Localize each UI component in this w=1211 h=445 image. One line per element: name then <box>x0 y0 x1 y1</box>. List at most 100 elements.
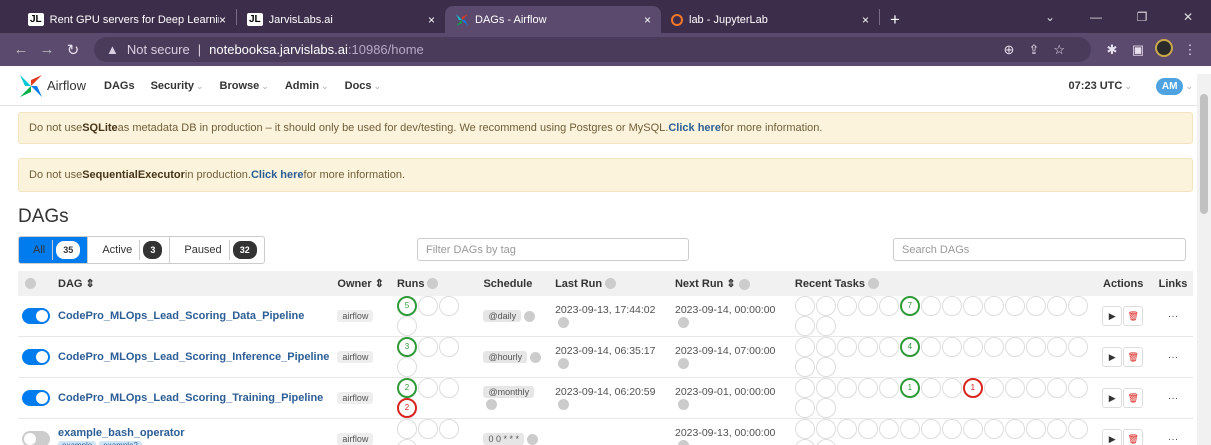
status-circle[interactable] <box>878 296 899 316</box>
schedule-badge[interactable]: @monthly <box>483 386 535 398</box>
status-circle[interactable] <box>920 419 941 439</box>
owner-badge[interactable]: airflow <box>337 310 374 322</box>
links-menu-button[interactable]: ··· <box>1168 433 1179 445</box>
status-circle[interactable] <box>1025 378 1046 398</box>
filter-paused[interactable]: Paused 32 <box>170 237 263 263</box>
tag-filter-input[interactable]: Filter DAGs by tag <box>417 238 689 261</box>
status-circle[interactable] <box>941 378 962 398</box>
status-circle[interactable] <box>983 378 1004 398</box>
last-run-link[interactable]: 2023-09-14, 06:20:59 <box>555 386 655 398</box>
status-circle[interactable]: 2 <box>396 378 417 398</box>
status-circle[interactable] <box>815 439 836 445</box>
search-dags-input[interactable]: Search DAGs <box>893 238 1186 261</box>
status-circle[interactable] <box>983 296 1004 316</box>
status-circle[interactable] <box>794 316 815 336</box>
nav-browse[interactable]: Browse ⌄ <box>220 80 269 92</box>
owner-badge[interactable]: airflow <box>337 433 374 445</box>
timezone-selector[interactable]: 07:23 UTC ⌄ <box>1069 80 1132 92</box>
click-here-link[interactable]: Click here <box>668 122 721 134</box>
status-circle[interactable] <box>836 378 857 398</box>
filter-active[interactable]: Active 3 <box>88 236 171 263</box>
status-circle[interactable] <box>1046 296 1067 316</box>
status-circle[interactable] <box>836 337 857 357</box>
delete-dag-button[interactable]: 🗑 <box>1123 388 1144 408</box>
schedule-badge[interactable]: @hourly <box>483 351 528 363</box>
click-here-link[interactable]: Click here <box>251 169 304 181</box>
status-circle[interactable] <box>815 337 836 357</box>
status-circle[interactable]: 1 <box>962 378 983 398</box>
status-circle[interactable] <box>794 378 815 398</box>
status-circle[interactable] <box>417 419 438 439</box>
trigger-dag-button[interactable]: ▶ <box>1102 429 1123 445</box>
header-dag[interactable]: DAG ⇕ <box>54 271 334 296</box>
status-circle[interactable] <box>857 337 878 357</box>
close-icon[interactable]: × <box>428 13 435 27</box>
reload-icon[interactable]: ↻ <box>60 41 86 59</box>
status-circle[interactable] <box>438 378 459 398</box>
close-icon[interactable]: × <box>219 13 226 27</box>
status-circle[interactable] <box>417 337 438 357</box>
status-circle[interactable] <box>962 296 983 316</box>
status-circle[interactable] <box>836 296 857 316</box>
nav-admin[interactable]: Admin ⌄ <box>285 80 329 92</box>
close-window-icon[interactable]: ✕ <box>1165 10 1211 24</box>
status-circle[interactable] <box>438 419 459 439</box>
status-circle[interactable] <box>794 296 815 316</box>
status-circle[interactable] <box>396 316 417 336</box>
dag-pause-toggle[interactable] <box>22 308 50 324</box>
status-circle[interactable] <box>920 337 941 357</box>
status-circle[interactable] <box>1046 419 1067 439</box>
tab-jupyterlab[interactable]: lab - JupyterLab × <box>661 6 879 33</box>
status-circle[interactable] <box>815 316 836 336</box>
status-circle[interactable] <box>1025 296 1046 316</box>
status-circle[interactable] <box>396 357 417 377</box>
status-circle[interactable] <box>983 419 1004 439</box>
scrollbar[interactable] <box>1197 74 1211 445</box>
dag-pause-toggle[interactable] <box>22 390 50 406</box>
close-icon[interactable]: × <box>862 13 869 27</box>
status-circle[interactable] <box>1025 419 1046 439</box>
status-circle[interactable] <box>396 439 417 445</box>
owner-badge[interactable]: airflow <box>337 392 374 404</box>
dag-pause-toggle[interactable] <box>22 431 50 445</box>
status-circle[interactable] <box>1004 419 1025 439</box>
status-circle[interactable] <box>794 337 815 357</box>
delete-dag-button[interactable]: 🗑 <box>1123 347 1144 367</box>
status-circle[interactable] <box>878 378 899 398</box>
dag-link[interactable]: CodePro_MLOps_Lead_Scoring_Inference_Pip… <box>58 351 329 363</box>
dag-link[interactable]: CodePro_MLOps_Lead_Scoring_Training_Pipe… <box>58 392 329 404</box>
sidepanel-icon[interactable]: ▣ <box>1125 42 1151 58</box>
dag-link[interactable]: example_bash_operator <box>58 427 329 439</box>
status-circle[interactable] <box>857 296 878 316</box>
tab-search-icon[interactable]: ⌄ <box>1027 10 1073 24</box>
owner-badge[interactable]: airflow <box>337 351 374 363</box>
status-circle[interactable] <box>1004 296 1025 316</box>
status-circle[interactable] <box>941 337 962 357</box>
dag-link[interactable]: CodePro_MLOps_Lead_Scoring_Data_Pipeline <box>58 310 329 322</box>
menu-icon[interactable]: ⋮ <box>1177 42 1203 58</box>
schedule-badge[interactable]: 0 0 * * * <box>483 433 524 445</box>
status-circle[interactable] <box>878 337 899 357</box>
status-circle[interactable] <box>983 337 1004 357</box>
status-circle[interactable] <box>815 357 836 377</box>
status-circle[interactable] <box>1046 337 1067 357</box>
schedule-badge[interactable]: @daily <box>483 310 522 322</box>
last-run-link[interactable]: 2023-09-13, 17:44:02 <box>555 304 655 316</box>
status-circle[interactable]: 1 <box>899 378 920 398</box>
status-circle[interactable] <box>438 296 459 316</box>
delete-dag-button[interactable]: 🗑 <box>1123 429 1144 445</box>
forward-icon[interactable]: → <box>34 41 60 58</box>
profile-avatar[interactable] <box>1151 39 1177 60</box>
tab-rent-gpu[interactable]: JL Rent GPU servers for Deep Learning × <box>18 6 236 33</box>
status-circle[interactable] <box>857 378 878 398</box>
links-menu-button[interactable]: ··· <box>1168 392 1179 404</box>
status-circle[interactable] <box>1067 296 1088 316</box>
trigger-dag-button[interactable]: ▶ <box>1102 306 1123 326</box>
status-circle[interactable]: 3 <box>396 337 417 357</box>
status-circle[interactable] <box>962 419 983 439</box>
status-circle[interactable] <box>794 357 815 377</box>
tag-badge[interactable]: example <box>58 441 97 445</box>
status-circle[interactable] <box>878 419 899 439</box>
status-circle[interactable]: 2 <box>396 398 417 418</box>
links-menu-button[interactable]: ··· <box>1168 351 1179 363</box>
